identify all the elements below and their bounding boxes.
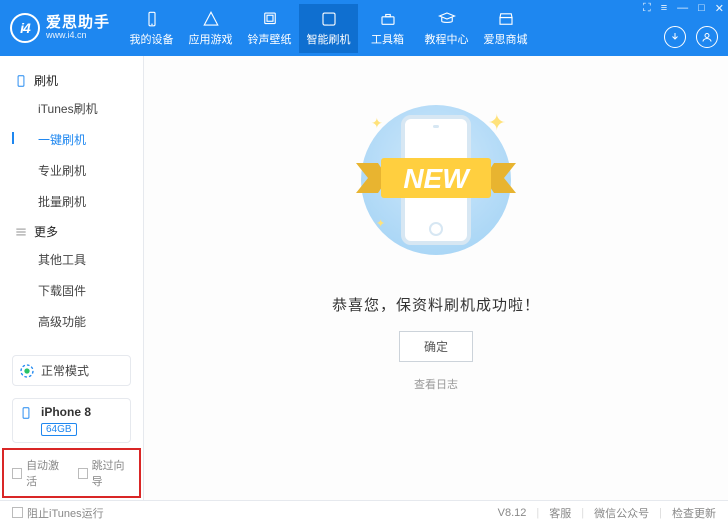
- nav-toolbox[interactable]: 工具箱: [358, 4, 417, 53]
- view-log-link[interactable]: 查看日志: [414, 376, 458, 392]
- flash-icon: [320, 10, 338, 28]
- nav-label: 我的设备: [130, 31, 174, 47]
- device-icon: [143, 10, 161, 28]
- version-label: V8.12: [498, 507, 527, 519]
- maximize-icon[interactable]: □: [698, 2, 705, 15]
- cb-label: 自动激活: [26, 457, 65, 489]
- new-ribbon: NEW: [336, 138, 536, 223]
- mode-status[interactable]: 正常模式: [12, 355, 131, 386]
- logo: i4 爱思助手 www.i4.cn: [10, 13, 110, 43]
- nav-tutorials[interactable]: 教程中心: [417, 4, 476, 53]
- sidebar-section-more: 更多: [0, 217, 143, 244]
- nav-ringtones[interactable]: 铃声壁纸: [240, 4, 299, 53]
- nav-device[interactable]: 我的设备: [122, 4, 181, 53]
- phone-icon: [19, 405, 33, 421]
- app-header: i4 爱思助手 www.i4.cn 我的设备 应用游戏 铃声壁纸 智能刷机 工具…: [0, 0, 728, 56]
- nav-label: 爱思商城: [484, 31, 528, 47]
- checkbox-block-itunes[interactable]: 阻止iTunes运行: [12, 505, 104, 521]
- checkbox-auto-activate[interactable]: 自动激活: [12, 457, 66, 489]
- logo-icon: i4: [10, 13, 40, 43]
- nav-label: 应用游戏: [189, 31, 233, 47]
- cb-label: 跳过向导: [92, 457, 131, 489]
- minimize-icon[interactable]: —: [677, 2, 688, 15]
- cb-label: 阻止iTunes运行: [27, 505, 104, 521]
- nav-flash[interactable]: 智能刷机: [299, 4, 358, 53]
- update-link[interactable]: 检查更新: [672, 505, 716, 521]
- sidebar-item-pro[interactable]: 专业刷机: [0, 155, 143, 186]
- menu-icon[interactable]: ≡: [661, 2, 667, 15]
- brand-url: www.i4.cn: [46, 31, 110, 41]
- status-icon: [19, 363, 35, 379]
- cart-icon[interactable]: ⛶: [643, 2, 651, 15]
- apps-icon: [202, 10, 220, 28]
- brand-name: 爱思助手: [46, 15, 110, 32]
- wechat-link[interactable]: 微信公众号: [594, 505, 649, 521]
- ok-button[interactable]: 确定: [399, 331, 473, 362]
- sidebar-section-flash: 刷机: [0, 66, 143, 93]
- sidebar-item-advanced[interactable]: 高级功能: [0, 306, 143, 337]
- profile-icon[interactable]: [696, 26, 718, 48]
- status-label: 正常模式: [41, 362, 89, 379]
- options-row: 自动激活 跳过向导: [2, 448, 141, 498]
- sidebar-item-oneclick[interactable]: 一键刷机: [0, 124, 143, 155]
- section-title: 更多: [34, 223, 58, 240]
- window-controls: ⛶ ≡ — □ ✕: [643, 2, 724, 15]
- toolbox-icon: [379, 10, 397, 28]
- sidebar-item-other[interactable]: 其他工具: [0, 244, 143, 275]
- main-content: ✦ ✦ ✦ NEW 恭喜您，保资料刷机成功啦！ 确定 查看日志: [144, 56, 728, 500]
- more-icon: [14, 225, 28, 239]
- sidebar-item-batch[interactable]: 批量刷机: [0, 186, 143, 217]
- section-title: 刷机: [34, 72, 58, 89]
- nav-label: 铃声壁纸: [248, 31, 292, 47]
- nav-store[interactable]: 爱思商城: [476, 4, 535, 53]
- device-name: iPhone 8: [41, 405, 91, 419]
- success-illustration: ✦ ✦ ✦ NEW: [326, 80, 546, 280]
- close-icon[interactable]: ✕: [715, 2, 724, 15]
- sidebar-item-firmware[interactable]: 下载固件: [0, 275, 143, 306]
- status-bar: 阻止iTunes运行 V8.12 | 客服 | 微信公众号 | 检查更新: [0, 500, 728, 524]
- nav-label: 工具箱: [371, 31, 404, 47]
- phone-icon: [14, 74, 28, 88]
- nav-label: 教程中心: [425, 31, 469, 47]
- nav-label: 智能刷机: [307, 31, 351, 47]
- main-nav: 我的设备 应用游戏 铃声壁纸 智能刷机 工具箱 教程中心 爱思商城: [122, 4, 535, 53]
- sidebar-item-itunes[interactable]: iTunes刷机: [0, 93, 143, 124]
- sidebar: 刷机 iTunes刷机 一键刷机 专业刷机 批量刷机 更多 其他工具 下载固件 …: [0, 56, 144, 500]
- support-link[interactable]: 客服: [549, 505, 571, 521]
- download-icon[interactable]: [664, 26, 686, 48]
- congrats-text: 恭喜您，保资料刷机成功啦！: [332, 294, 540, 315]
- svg-text:NEW: NEW: [403, 163, 471, 194]
- header-actions: [664, 26, 718, 48]
- ringtones-icon: [261, 10, 279, 28]
- store-icon: [497, 10, 515, 28]
- tutorials-icon: [438, 10, 456, 28]
- device-storage: 64GB: [41, 423, 77, 436]
- nav-apps[interactable]: 应用游戏: [181, 4, 240, 53]
- checkbox-skip-guide[interactable]: 跳过向导: [78, 457, 132, 489]
- device-card[interactable]: iPhone 8 64GB: [12, 398, 131, 443]
